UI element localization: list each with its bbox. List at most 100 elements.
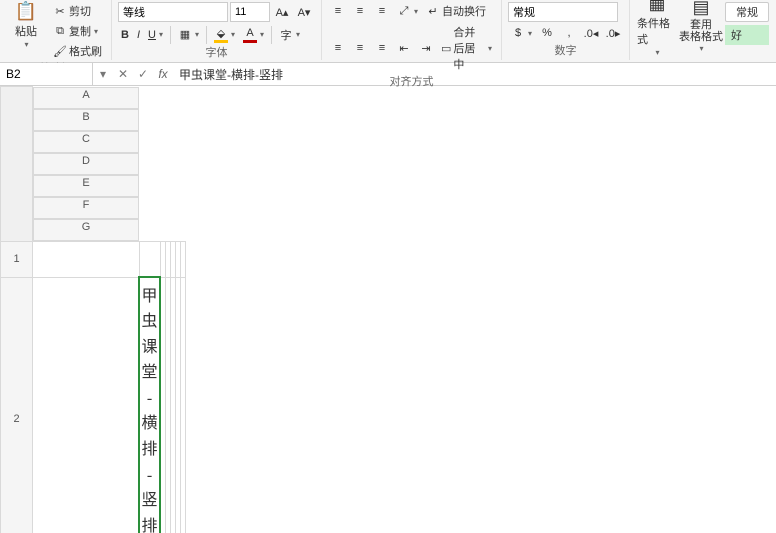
separator (170, 26, 171, 44)
chevron-down-icon: ▾ (296, 30, 300, 39)
copy-icon: ⧉ (53, 24, 67, 38)
col-header-C[interactable]: C (33, 131, 139, 153)
align-middle-icon: ≡ (353, 4, 367, 18)
col-header-G[interactable]: G (33, 219, 139, 241)
col-header-A[interactable]: A (33, 87, 139, 109)
orientation-button[interactable]: ⤢▾ (394, 3, 421, 19)
comma-button[interactable]: , (559, 25, 579, 41)
outdent-icon: ⇤ (397, 41, 411, 55)
style-good-label: 好 (731, 30, 742, 42)
formula-input[interactable]: 甲虫课堂-横排-竖排 (173, 66, 776, 83)
ribbon: 📋 粘贴 ▾ ✂剪切 ⧉复制▾ 🖌格式刷 剪贴板 A▴ A▾ B I (0, 0, 776, 63)
font-name-combo[interactable] (118, 2, 228, 22)
enter-button[interactable]: ✓ (133, 67, 153, 81)
indent-increase-button[interactable]: ⇥ (416, 40, 436, 56)
wrap-text-button[interactable]: ↵自动换行 (423, 2, 489, 20)
align-left-icon: ≡ (331, 41, 345, 55)
comma-icon: , (562, 26, 576, 40)
copy-label: 复制 (69, 23, 91, 39)
select-all-corner[interactable] (1, 87, 33, 242)
indent-decrease-button[interactable]: ⇤ (394, 40, 414, 56)
name-box-dropdown[interactable]: ▾ (93, 67, 113, 81)
paste-label: 粘贴 (15, 23, 37, 39)
wrap-label: 自动换行 (442, 3, 486, 19)
font-decrease-icon: A▾ (297, 5, 311, 19)
bold-icon: B (121, 29, 129, 41)
name-box[interactable] (0, 63, 93, 85)
currency-icon: $ (511, 26, 525, 40)
indent-icon: ⇥ (419, 41, 433, 55)
group-font: A▴ A▾ B I U▾ ▦▾ ⬙▾ A▾ 字▾ 字体 (112, 0, 322, 60)
align-center-button[interactable]: ≡ (350, 40, 370, 56)
percent-button[interactable]: % (537, 25, 557, 41)
cell-B1[interactable] (139, 241, 160, 277)
group-styles: ▦ 条件格式 ▾ ▤ 套用 表格格式 ▾ 常规 好 (630, 0, 776, 60)
scissors-icon: ✂ (53, 4, 67, 18)
cell-style-normal[interactable]: 常规 (725, 2, 769, 22)
bold-button[interactable]: B (118, 28, 132, 42)
increase-font-button[interactable]: A▴ (272, 4, 292, 20)
paste-icon: 📋 (15, 1, 37, 22)
fx-icon[interactable]: fx (153, 67, 173, 81)
format-as-table-button[interactable]: ▤ 套用 表格格式 ▾ (681, 2, 721, 48)
check-icon: ✓ (138, 67, 148, 81)
cell-style-good[interactable]: 好 (725, 25, 769, 45)
decrease-decimal-button[interactable]: .0▸ (603, 25, 623, 41)
fill-color-button[interactable]: ⬙▾ (211, 25, 238, 44)
font-color-button[interactable]: A▾ (240, 25, 267, 44)
italic-button[interactable]: I (134, 28, 143, 42)
format-painter-label: 格式刷 (69, 43, 102, 59)
cond-format-icon: ▦ (646, 0, 668, 14)
spreadsheet-grid: ABCDEFG12甲虫课堂-横排-竖排345 ✢ (0, 86, 776, 533)
font-increase-icon: A▴ (275, 5, 289, 19)
row-header-1[interactable]: 1 (1, 241, 33, 277)
chevron-down-icon: ▾ (24, 40, 28, 49)
col-header-D[interactable]: D (33, 153, 139, 175)
cut-button[interactable]: ✂剪切 (50, 2, 105, 20)
phonetic-icon: 字 (279, 28, 293, 42)
copy-button[interactable]: ⧉复制▾ (50, 22, 105, 40)
cell-G2[interactable] (180, 277, 185, 533)
chevron-down-icon: ▾ (195, 30, 199, 39)
italic-icon: I (137, 29, 140, 41)
cancel-button[interactable]: ✕ (113, 67, 133, 81)
chevron-down-icon: ▾ (655, 48, 659, 57)
cell-A1[interactable] (33, 241, 140, 277)
col-header-E[interactable]: E (33, 175, 139, 197)
border-button[interactable]: ▦▾ (175, 27, 202, 43)
col-header-B[interactable]: B (33, 109, 139, 131)
align-right-icon: ≡ (375, 41, 389, 55)
cell-B2[interactable]: 甲虫课堂-横排-竖排 (139, 277, 160, 533)
dec-inc-icon: .0◂ (584, 26, 598, 40)
chevron-down-icon: ▾ (94, 27, 98, 36)
cut-label: 剪切 (69, 3, 91, 19)
group-label-number: 数字 (555, 42, 577, 60)
group-clipboard: 📋 粘贴 ▾ ✂剪切 ⧉复制▾ 🖌格式刷 剪贴板 (0, 0, 112, 60)
align-middle-button[interactable]: ≡ (350, 3, 370, 19)
cell-G1[interactable] (180, 241, 185, 277)
number-format-combo[interactable] (508, 2, 618, 22)
underline-button[interactable]: U▾ (145, 28, 166, 42)
phonetic-button[interactable]: 字▾ (276, 27, 303, 43)
align-left-button[interactable]: ≡ (328, 40, 348, 56)
chevron-down-icon: ▾ (260, 30, 264, 39)
format-painter-button[interactable]: 🖌格式刷 (50, 42, 105, 60)
paste-button[interactable]: 📋 粘贴 ▾ (6, 2, 46, 48)
align-top-button[interactable]: ≡ (328, 3, 348, 19)
align-bottom-icon: ≡ (375, 4, 389, 18)
increase-decimal-button[interactable]: .0◂ (581, 25, 601, 41)
accounting-button[interactable]: $▾ (508, 25, 535, 41)
brush-icon: 🖌 (53, 44, 67, 58)
align-right-button[interactable]: ≡ (372, 40, 392, 56)
decrease-font-button[interactable]: A▾ (294, 4, 314, 20)
group-align: ≡ ≡ ≡ ⤢▾ ↵自动换行 ≡ ≡ ≡ ⇤ ⇥ ▭合并后居中▾ 对齐方式 (322, 0, 502, 60)
col-header-F[interactable]: F (33, 197, 139, 219)
cell-A2[interactable] (33, 277, 140, 533)
row-header-2[interactable]: 2 (1, 277, 33, 533)
align-bottom-button[interactable]: ≡ (372, 3, 392, 19)
bucket-icon: ⬙ (214, 26, 228, 43)
separator (206, 26, 207, 44)
font-size-combo[interactable] (230, 2, 270, 22)
conditional-format-button[interactable]: ▦ 条件格式 ▾ (637, 2, 677, 48)
dec-dec-icon: .0▸ (606, 26, 620, 40)
